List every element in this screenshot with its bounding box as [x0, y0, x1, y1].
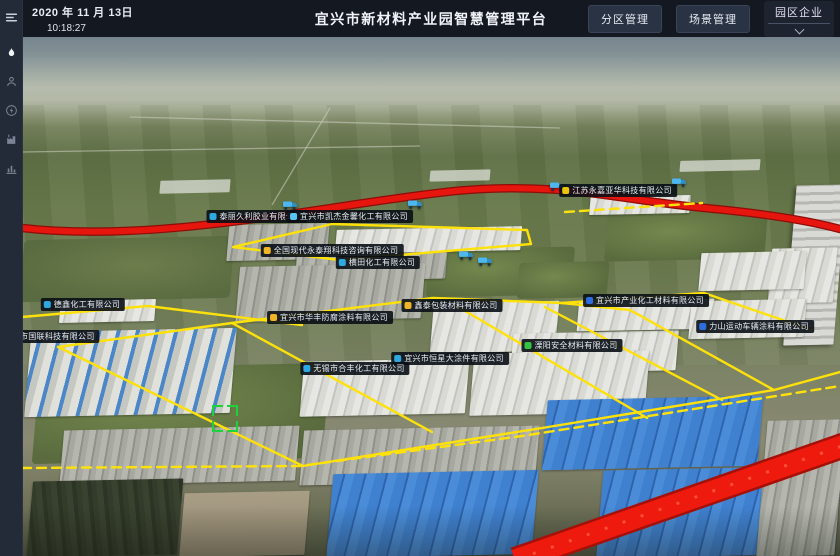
- company-label[interactable]: 宜兴市国联科技有限公司: [22, 330, 100, 343]
- map-3d-view[interactable]: 泰丽久利胶业有限公司宜兴市凯杰金馨化工有限公司全国现代永泰翔科技咨询有限公司横田…: [22, 37, 840, 556]
- company-marker-icon: [586, 297, 593, 304]
- dropdown-label: 园区企业: [775, 4, 823, 20]
- company-marker-icon: [339, 259, 346, 266]
- company-label[interactable]: 宜兴市产业化工材料有限公司: [583, 294, 709, 307]
- company-marker-icon: [394, 355, 401, 362]
- company-name: 宜兴市恒星大涂件有限公司: [404, 354, 504, 363]
- roads-overlay: [22, 37, 840, 556]
- company-label[interactable]: 溧阳安全材料有限公司: [522, 339, 623, 352]
- company-label[interactable]: 力山运动车辆涂料有限公司: [696, 320, 814, 333]
- company-name: 横田化工有限公司: [349, 258, 415, 267]
- company-name: 宜兴市华丰防腐涂料有限公司: [280, 313, 388, 322]
- truck-icon[interactable]: [459, 250, 474, 261]
- company-label[interactable]: 宜兴市凯杰金馨化工有限公司: [287, 210, 413, 223]
- sidebar-item-chart-icon[interactable]: [0, 157, 22, 179]
- sidebar-item-factory-icon[interactable]: [0, 128, 22, 150]
- company-label[interactable]: 宜兴市华丰防腐涂料有限公司: [267, 311, 393, 324]
- sidebar: [0, 0, 23, 556]
- truck-icon[interactable]: [478, 256, 493, 267]
- energy-icon: [5, 104, 18, 117]
- company-name: 宜兴市国联科技有限公司: [22, 332, 95, 341]
- menu-icon: [5, 11, 18, 24]
- company-marker-icon: [290, 213, 297, 220]
- company-marker-icon: [264, 247, 271, 254]
- truck-icon[interactable]: [283, 200, 298, 211]
- header: 2020 年 11 月 13日 10:18:27 宜兴市新材料产业园智慧管理平台…: [22, 0, 840, 37]
- company-marker-icon: [44, 301, 51, 308]
- chevron-down-icon: [794, 24, 804, 34]
- smart-park-platform: 2020 年 11 月 13日 10:18:27 宜兴市新材料产业园智慧管理平台…: [0, 0, 840, 556]
- company-label[interactable]: 横田化工有限公司: [336, 256, 420, 269]
- user-icon: [5, 75, 18, 88]
- company-name: 无锡市合丰化工有限公司: [313, 364, 404, 373]
- truck-icon[interactable]: [408, 199, 423, 210]
- company-label[interactable]: 鑫泰包装材料有限公司: [402, 299, 503, 312]
- company-name: 溧阳安全材料有限公司: [535, 341, 618, 350]
- company-label[interactable]: 德鑫化工有限公司: [41, 298, 125, 311]
- company-label[interactable]: 无锡市合丰化工有限公司: [300, 362, 409, 375]
- sidebar-item-alarm-flame-icon[interactable]: [0, 41, 22, 63]
- company-marker-icon: [210, 213, 217, 220]
- company-marker-icon: [303, 365, 310, 372]
- sidebar-item-menu-icon[interactable]: [0, 6, 22, 28]
- selection-brackets: [212, 405, 238, 432]
- company-marker-icon: [525, 342, 532, 349]
- company-marker-icon: [699, 323, 706, 330]
- company-name: 全国现代永泰翔科技咨询有限公司: [274, 246, 399, 255]
- map-scene: 泰丽久利胶业有限公司宜兴市凯杰金馨化工有限公司全国现代永泰翔科技咨询有限公司横田…: [22, 37, 840, 556]
- company-name: 宜兴市凯杰金馨化工有限公司: [300, 212, 408, 221]
- sidebar-item-user-icon[interactable]: [0, 70, 22, 92]
- company-name: 鑫泰包装材料有限公司: [415, 301, 498, 310]
- company-name: 力山运动车辆涂料有限公司: [709, 322, 809, 331]
- scene-management-button[interactable]: 场景管理: [676, 5, 750, 33]
- company-label[interactable]: 江苏永嘉亚华科技有限公司: [559, 184, 677, 197]
- company-name: 德鑫化工有限公司: [54, 300, 120, 309]
- alarm-flame-icon: [5, 46, 18, 59]
- factory-icon: [5, 133, 18, 146]
- chart-icon: [5, 162, 18, 175]
- sidebar-item-energy-icon[interactable]: [0, 99, 22, 121]
- company-marker-icon: [562, 187, 569, 194]
- company-name: 宜兴市产业化工材料有限公司: [596, 296, 704, 305]
- company-name: 江苏永嘉亚华科技有限公司: [572, 186, 672, 195]
- zone-management-button[interactable]: 分区管理: [588, 5, 662, 33]
- company-marker-icon: [270, 314, 277, 321]
- park-enterprises-dropdown[interactable]: 园区企业: [764, 1, 834, 37]
- header-actions: 分区管理 场景管理 园区企业: [588, 0, 834, 37]
- company-marker-icon: [405, 302, 412, 309]
